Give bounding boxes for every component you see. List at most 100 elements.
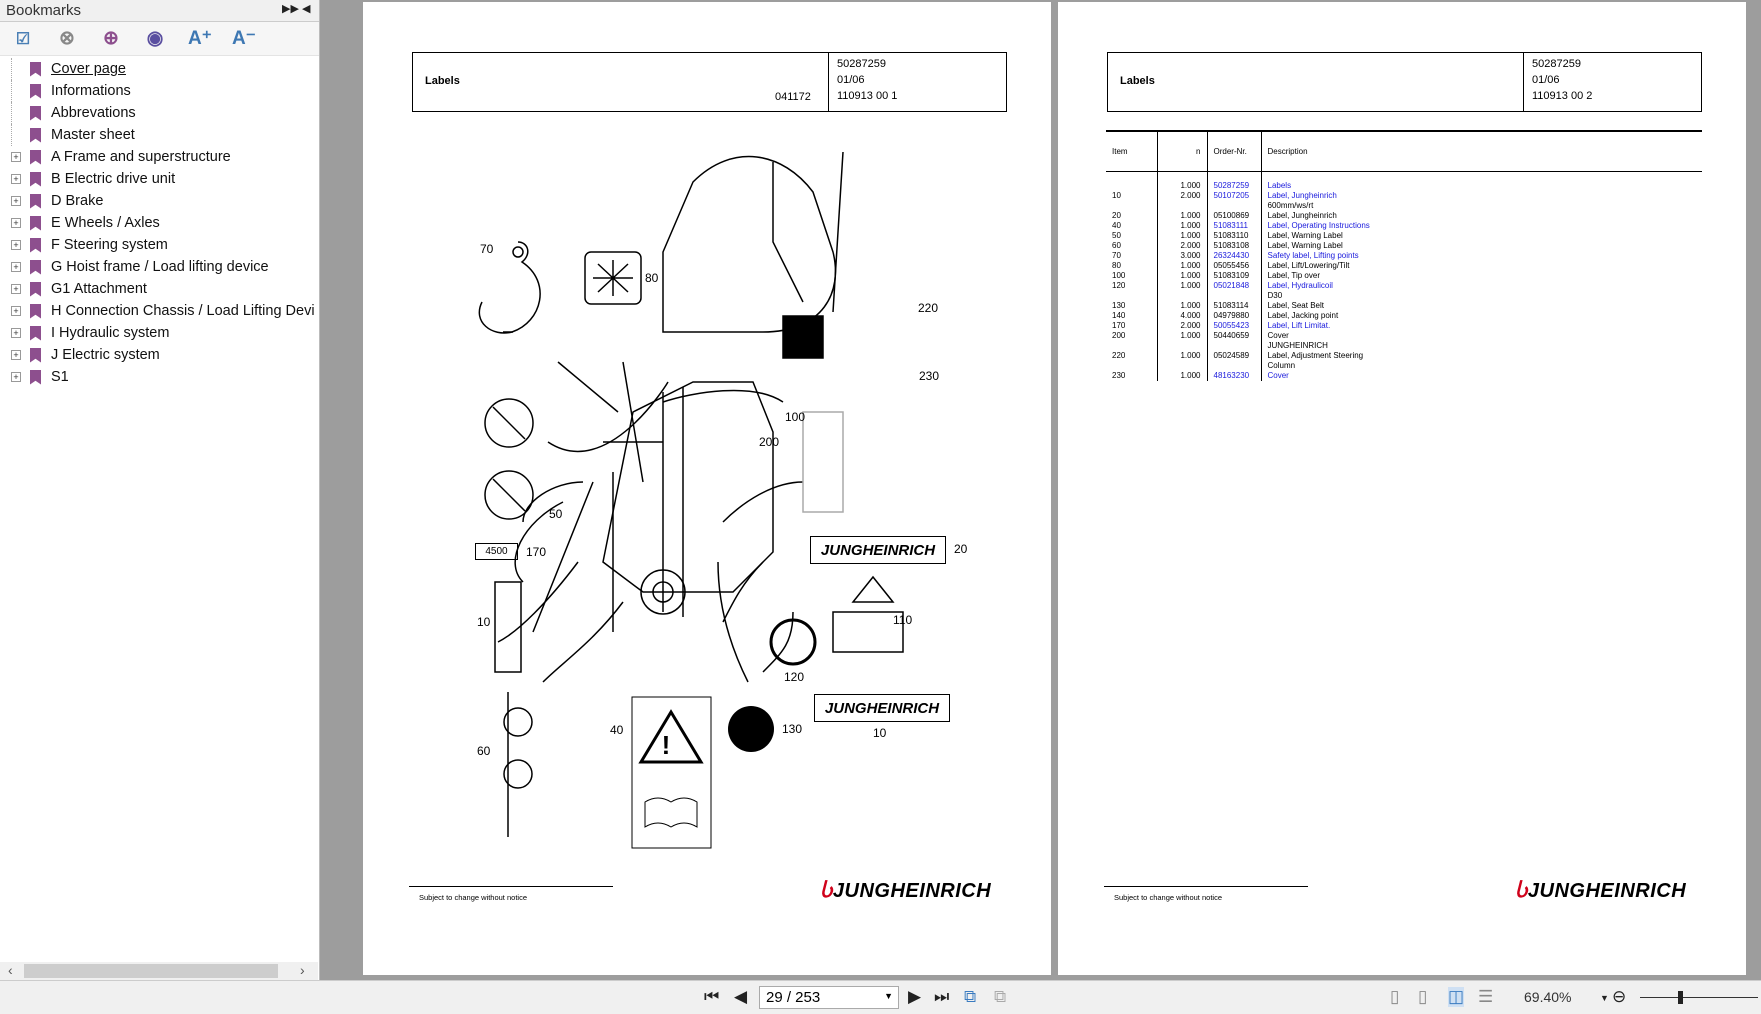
tag-4500: 4500 <box>475 543 518 560</box>
bookmark-item[interactable]: + E Wheels / Axles <box>0 212 318 234</box>
description-cell[interactable]: Labels <box>1261 181 1702 191</box>
col-n: n <box>1157 130 1208 172</box>
bookmark-item[interactable]: + D Brake <box>0 190 318 212</box>
n-cell: 1.000 <box>1157 181 1208 191</box>
collapse-panel-icon[interactable]: ◀ <box>302 2 310 15</box>
parts-table: Item n Order-Nr. Description 1.000 502872… <box>1106 130 1702 381</box>
table-row-continuation: Column <box>1106 361 1702 371</box>
expand-icon[interactable]: + <box>11 350 21 360</box>
footer-note: Subject to change without notice <box>1114 893 1222 902</box>
decrease-font-icon[interactable]: A⁻ <box>232 27 256 50</box>
expand-icon[interactable]: + <box>11 262 21 272</box>
expand-icon[interactable]: + <box>11 328 21 338</box>
bookmark-item[interactable]: Master sheet <box>0 124 318 146</box>
table-row: 60 2.000 51083108 Label, Warning Label <box>1106 241 1702 251</box>
single-page-icon[interactable]: ▯ <box>1390 987 1399 1007</box>
first-page-button[interactable]: ⏮ <box>704 987 719 1007</box>
bookmark-item[interactable]: Abbrevations <box>0 102 318 124</box>
bookmark-item[interactable]: Informations <box>0 80 318 102</box>
previous-page-button[interactable]: ◀ <box>734 987 747 1007</box>
bookmark-item[interactable]: + I Hydraulic system <box>0 322 318 344</box>
expand-icon[interactable]: + <box>11 372 21 382</box>
chevron-down-icon[interactable]: ▼ <box>884 991 893 1001</box>
next-view-icon[interactable]: ⧉ <box>994 987 1006 1007</box>
expand-icon[interactable]: + <box>11 284 21 294</box>
tree-line <box>11 58 21 80</box>
order-cell[interactable]: 50055423 <box>1207 321 1262 331</box>
bookmark-icon <box>30 259 41 275</box>
continuous-facing-icon[interactable]: ☰ <box>1478 987 1493 1007</box>
bookmark-item[interactable]: + A Frame and superstructure <box>0 146 318 168</box>
zoom-slider[interactable] <box>1640 991 1758 1004</box>
add-bookmark-icon[interactable]: ⊕ <box>100 27 122 50</box>
order-cell[interactable]: 05021848 <box>1207 281 1262 291</box>
bookmark-options-icon[interactable]: ☑ <box>12 29 34 49</box>
description-cell: Label, Jungheinrich <box>1267 211 1337 220</box>
col-order: Order-Nr. <box>1207 130 1262 172</box>
callout: 120 <box>784 670 805 684</box>
scroll-left-icon[interactable]: ‹ <box>8 962 13 978</box>
callout: 200 <box>759 435 780 449</box>
order-cell[interactable]: 51083111 <box>1207 221 1262 231</box>
item-cell: 50 <box>1106 231 1158 241</box>
previous-view-icon[interactable]: ⧉ <box>964 987 976 1007</box>
bookmark-item[interactable]: + H Connection Chassis / Load Lifting Dev… <box>0 300 318 322</box>
expand-icon[interactable]: + <box>11 174 21 184</box>
order-cell[interactable]: 48163230 <box>1207 371 1262 381</box>
order-cell[interactable]: 50107205 <box>1207 191 1262 201</box>
description-cell: Label, Jacking point <box>1267 311 1339 320</box>
item-cell: 200 <box>1106 331 1158 341</box>
next-page-button[interactable]: ▶ <box>908 987 921 1007</box>
bookmark-item[interactable]: Cover page <box>0 58 318 80</box>
zoom-slider-knob[interactable] <box>1678 991 1683 1004</box>
description-cell[interactable]: Label, Operating Instructions <box>1261 221 1702 231</box>
horizontal-scrollbar[interactable]: ‹ › <box>0 962 318 980</box>
zoom-dropdown-icon[interactable]: ▼ <box>1600 993 1609 1003</box>
delete-bookmark-icon[interactable]: ⊗ <box>56 27 78 50</box>
bookmark-label: D Brake <box>51 193 104 209</box>
description-cell[interactable]: Cover <box>1261 371 1702 381</box>
expand-icon[interactable]: + <box>11 218 21 228</box>
bookmark-item[interactable]: + G Hoist frame / Load lifting device <box>0 256 318 278</box>
order-cell[interactable]: 50287259 <box>1207 181 1262 191</box>
last-page-button[interactable]: ⏭ <box>934 987 949 1007</box>
page-number-input[interactable]: 29 / 253 ▼ <box>759 986 899 1009</box>
bookmark-item[interactable]: + J Electric system <box>0 344 318 366</box>
callout: 130 <box>782 722 803 736</box>
scroll-right-icon[interactable]: › <box>300 962 305 978</box>
expand-icon[interactable]: + <box>11 152 21 162</box>
bookmark-item[interactable]: + F Steering system <box>0 234 318 256</box>
expand-panel-icon[interactable]: ▶▶ <box>282 2 299 15</box>
description-cell[interactable]: Label, Lift Limitat. <box>1261 321 1702 331</box>
expand-icon[interactable]: + <box>11 306 21 316</box>
facing-pages-icon[interactable]: ◫ <box>1448 987 1465 1007</box>
expand-icon[interactable]: + <box>11 196 21 206</box>
order-cell[interactable]: 26324430 <box>1207 251 1262 261</box>
table-row-continuation: 600mm/ws/rt <box>1106 201 1702 211</box>
bookmark-item[interactable]: + B Electric drive unit <box>0 168 318 190</box>
header-page-code: 110913 00 2 <box>1532 90 1593 102</box>
description-cell[interactable]: Label, Hydraulicoil <box>1261 281 1702 291</box>
description-cell: JUNGHEINRICH <box>1267 341 1328 350</box>
bookmark-properties-icon[interactable]: ◉ <box>144 27 166 50</box>
continuous-page-icon[interactable]: ▯ <box>1418 987 1427 1007</box>
item-cell: 10 <box>1106 191 1158 201</box>
callout: 40 <box>610 723 624 737</box>
expand-icon[interactable]: + <box>11 240 21 250</box>
increase-font-icon[interactable]: A⁺ <box>188 27 212 50</box>
bookmark-label: Abbrevations <box>51 105 136 121</box>
n-cell: 1.000 <box>1157 271 1208 281</box>
bookmark-item[interactable]: + S1 <box>0 366 318 388</box>
scrollbar-thumb[interactable] <box>24 964 278 978</box>
zoom-level[interactable]: 69.40% <box>1524 989 1571 1005</box>
zoom-out-icon[interactable]: ⊖ <box>1612 987 1626 1007</box>
callout: 170 <box>526 545 547 559</box>
description-cell[interactable]: Label, Jungheinrich <box>1261 191 1702 201</box>
description-cell[interactable]: Safety label, Lifting points <box>1261 251 1702 261</box>
header-doc-no: 50287259 <box>1532 58 1581 70</box>
bookmark-item[interactable]: + G1 Attachment <box>0 278 318 300</box>
order-cell: 04979880 <box>1207 311 1262 321</box>
callout: 20 <box>954 542 968 556</box>
bookmark-icon <box>30 347 41 363</box>
header-date: 01/06 <box>1532 74 1560 86</box>
